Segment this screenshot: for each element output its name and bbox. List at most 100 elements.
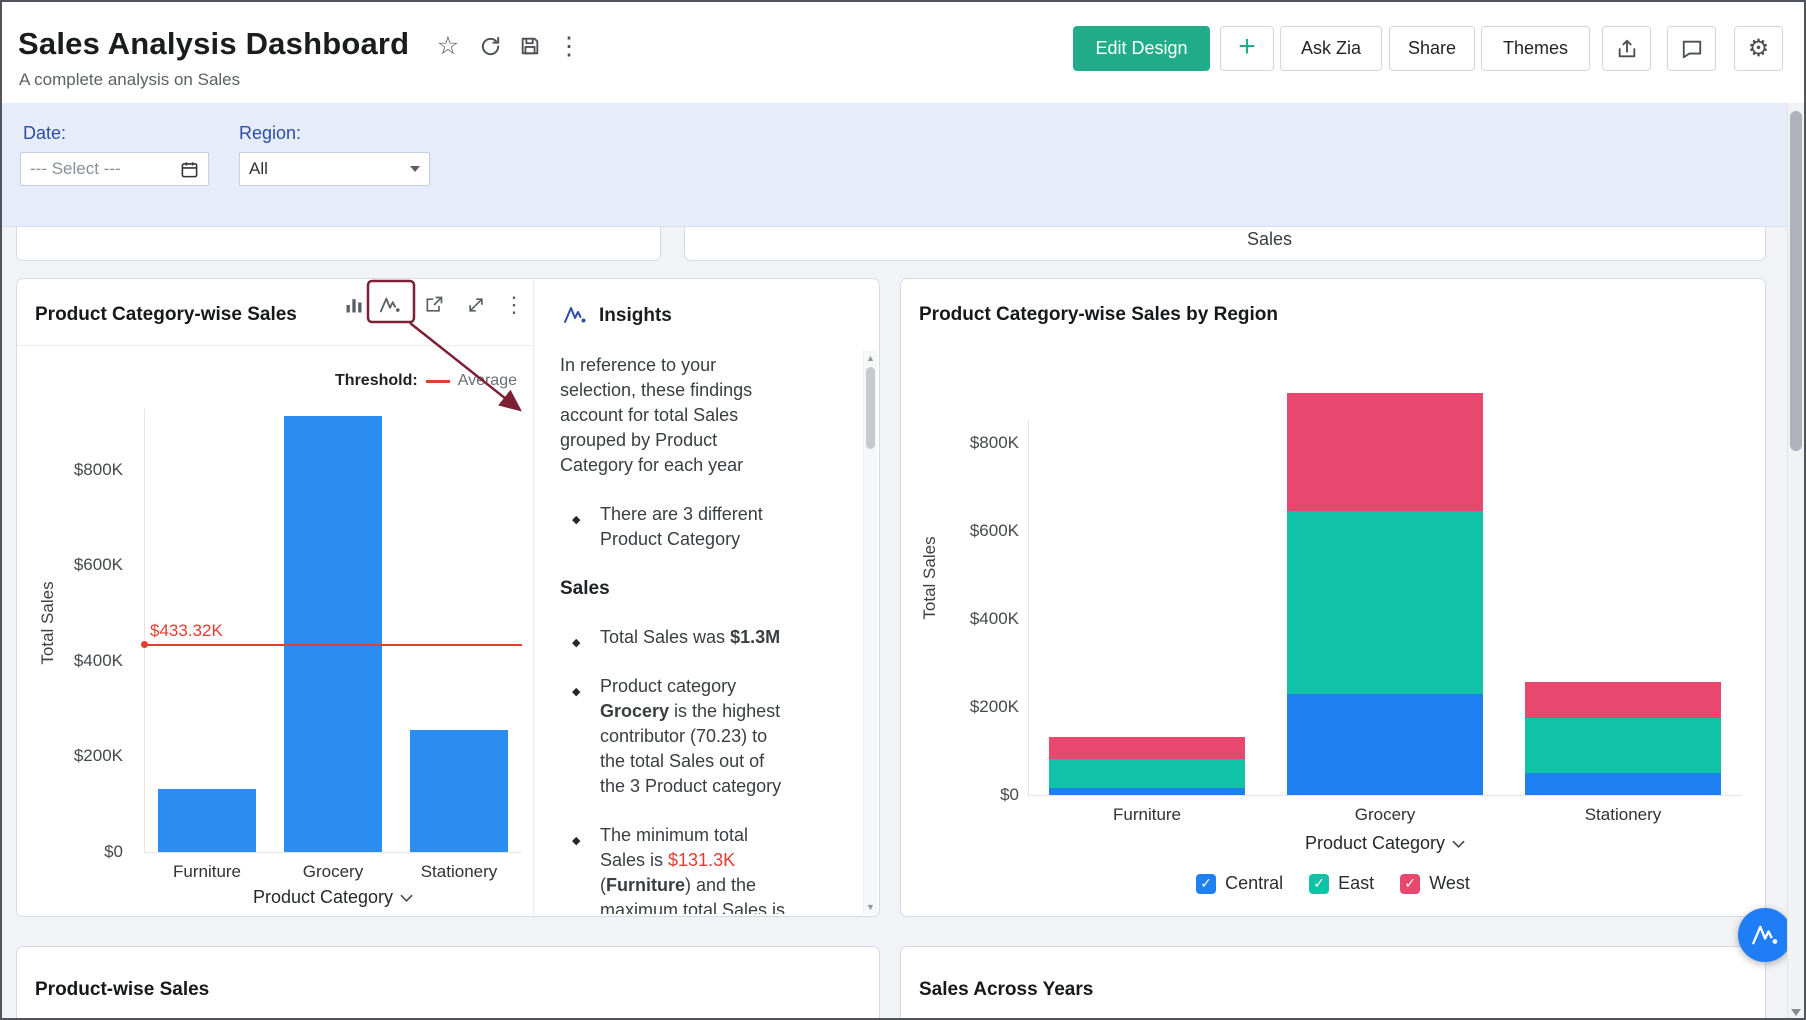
bar-furniture[interactable]: [158, 789, 256, 852]
average-value-label: $433.32K: [150, 621, 223, 641]
save-icon: [519, 35, 541, 57]
bar-furniture-west[interactable]: [1049, 737, 1245, 759]
y-axis-title: Total Sales: [38, 553, 58, 693]
insights-bullet-text: Product category Grocery is the highest …: [600, 676, 781, 796]
y-tick-label: $800K: [945, 433, 1019, 453]
scroll-down-icon[interactable]: [1791, 1009, 1801, 1016]
insights-bullet: ◆There are 3 different Product Category: [560, 502, 792, 552]
zia-icon: [563, 303, 587, 327]
page-scrollbar-thumb[interactable]: [1790, 111, 1802, 451]
insights-scrollbar-thumb[interactable]: [866, 367, 875, 449]
favorite-star-button[interactable]: ☆: [432, 30, 464, 62]
x-axis-title[interactable]: Product Category: [1028, 833, 1742, 854]
region-filter-value: All: [249, 159, 410, 179]
date-filter-label: Date:: [23, 123, 66, 144]
y-tick-label: $0: [51, 842, 123, 862]
zia-assistant-fab[interactable]: [1738, 908, 1792, 962]
export-icon: [1616, 38, 1638, 60]
legend-label: West: [1429, 873, 1470, 894]
ask-zia-button[interactable]: Ask Zia: [1280, 26, 1382, 71]
y-tick-label: $400K: [51, 651, 123, 671]
refresh-icon: [479, 35, 502, 58]
insights-bullet-text: There are 3 different Product Category: [600, 504, 763, 549]
comment-icon: [1681, 38, 1703, 60]
bar-stationery-central[interactable]: [1525, 773, 1721, 795]
checkbox-checked-icon[interactable]: ✓: [1196, 874, 1216, 894]
legend-item-west[interactable]: ✓ West: [1400, 873, 1470, 894]
x-axis-title[interactable]: Product Category: [144, 887, 522, 908]
insights-bullet: ◆Total Sales was $1.3M: [560, 625, 792, 650]
page-subtitle: A complete analysis on Sales: [19, 70, 240, 90]
checkbox-checked-icon[interactable]: ✓: [1309, 874, 1329, 894]
x-tick-label: Grocery: [270, 862, 396, 882]
y-axis-line: [1028, 419, 1029, 795]
share-button[interactable]: Share: [1389, 26, 1475, 71]
themes-button[interactable]: Themes: [1481, 26, 1590, 71]
y-tick-label: $600K: [945, 521, 1019, 541]
bar-stationery[interactable]: [410, 730, 508, 852]
bar-grocery[interactable]: [284, 416, 382, 852]
bar-stationery-west[interactable]: [1525, 682, 1721, 718]
insights-section-heading: Sales: [560, 576, 792, 601]
bar-furniture-east[interactable]: [1049, 759, 1245, 788]
legend-item-central[interactable]: ✓ Central: [1196, 873, 1283, 894]
insights-bullet-text: Total Sales was $1.3M: [600, 627, 780, 647]
average-line-dot: [141, 641, 148, 648]
calendar-icon: [180, 160, 199, 179]
card-sales-across-years: Sales Across Years: [900, 946, 1766, 1020]
region-filter-select[interactable]: All: [239, 152, 430, 186]
bar-grocery-west[interactable]: [1287, 393, 1483, 511]
region-filter-label: Region:: [239, 123, 301, 144]
app-header: Sales Analysis Dashboard A complete anal…: [2, 2, 1804, 103]
comments-button[interactable]: [1667, 26, 1716, 71]
export-button[interactable]: [1602, 26, 1651, 71]
x-tick-label: Stationery: [1504, 805, 1742, 825]
scroll-down-icon[interactable]: ▼: [866, 902, 875, 912]
threshold-label: Threshold:: [335, 372, 418, 390]
x-tick-label: Furniture: [1028, 805, 1266, 825]
filter-bar: Date: --- Select --- Region: All: [2, 103, 1804, 227]
bar-grocery-central[interactable]: [1287, 694, 1483, 795]
zia-icon: [1751, 921, 1779, 949]
threshold-line-swatch: [426, 380, 450, 383]
bar-furniture-central[interactable]: [1049, 788, 1245, 795]
y-tick-label: $0: [945, 785, 1019, 805]
bar-grocery-east[interactable]: [1287, 511, 1483, 694]
y-tick-label: $800K: [51, 460, 123, 480]
add-report-button[interactable]: +: [1220, 26, 1274, 71]
y-tick-label: $200K: [945, 697, 1019, 717]
settings-button[interactable]: ⚙: [1734, 26, 1783, 71]
y-tick-label: $600K: [51, 555, 123, 575]
average-threshold-line: [144, 644, 522, 646]
page-scrollbar[interactable]: [1787, 103, 1804, 1020]
edit-design-button[interactable]: Edit Design: [1073, 26, 1210, 71]
y-axis-line: [144, 409, 145, 852]
vertical-dots-icon: ⋮: [557, 34, 582, 59]
insights-scrollbar[interactable]: ▲ ▼: [863, 351, 877, 914]
card-category-sales: Product Category-wise Sales ⋮ $0$200K$40…: [16, 278, 880, 917]
insights-bullet: ◆Product category Grocery is the highest…: [560, 674, 792, 799]
chevron-down-icon: [410, 166, 420, 172]
card-title: Product-wise Sales: [35, 979, 209, 1001]
diamond-bullet-icon: ◆: [572, 631, 580, 656]
refresh-button[interactable]: [474, 30, 506, 62]
y-tick-label: $200K: [51, 746, 123, 766]
partial-card-right: Sales: [684, 227, 1766, 261]
x-axis-line: [1028, 795, 1742, 796]
bar-stationery-east[interactable]: [1525, 718, 1721, 773]
date-filter-select[interactable]: --- Select ---: [20, 152, 209, 186]
threshold-value: Average: [458, 372, 517, 390]
card-product-wise-sales: Product-wise Sales: [16, 946, 880, 1020]
legend-label: Central: [1225, 873, 1283, 894]
save-button[interactable]: [514, 30, 546, 62]
region-stacked-chart: $0$200K$400K$600K$800KFurnitureGrocerySt…: [901, 279, 1765, 916]
chevron-down-icon: [400, 894, 413, 902]
header-more-options-button[interactable]: ⋮: [553, 30, 585, 62]
checkbox-checked-icon[interactable]: ✓: [1400, 874, 1420, 894]
card-title: Sales Across Years: [919, 979, 1093, 1001]
insights-intro: In reference to your selection, these fi…: [560, 353, 792, 478]
y-axis-title: Total Sales: [920, 508, 940, 648]
card-category-sales-by-region: Product Category-wise Sales by Region $0…: [900, 278, 1766, 917]
legend-item-east[interactable]: ✓East: [1309, 873, 1374, 894]
scroll-up-icon[interactable]: ▲: [866, 353, 875, 363]
